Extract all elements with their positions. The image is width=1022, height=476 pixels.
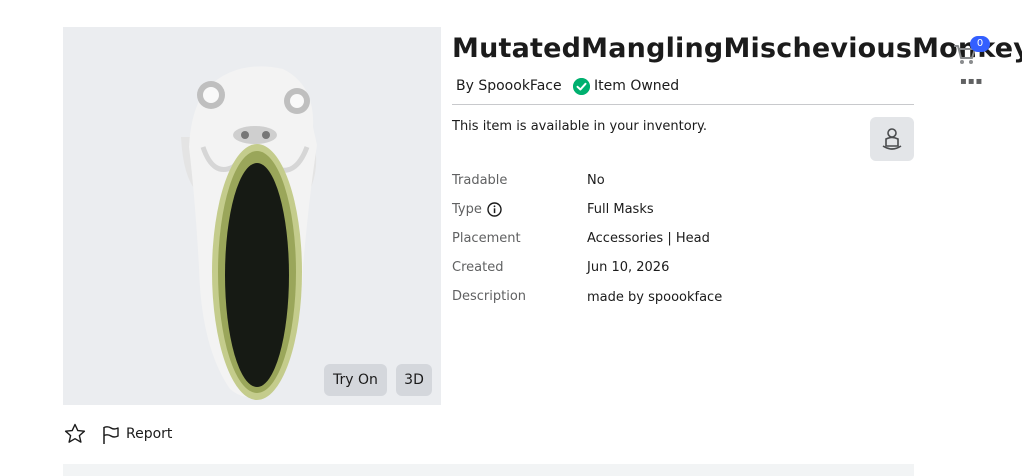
view-3d-button[interactable]: 3D bbox=[396, 364, 432, 396]
mask-image bbox=[181, 66, 317, 400]
placement-value: Accessories | Head bbox=[587, 231, 710, 246]
by-prefix: By bbox=[456, 78, 474, 94]
tradable-value: No bbox=[587, 173, 605, 188]
section-divider-band bbox=[63, 464, 914, 476]
type-value: Full Masks bbox=[587, 202, 654, 217]
description-value: made by spoookface bbox=[587, 290, 723, 305]
report-link[interactable]: Report bbox=[126, 426, 172, 442]
creator-byline: By SpoookFace bbox=[456, 78, 562, 94]
inventory-button[interactable] bbox=[870, 117, 914, 161]
star-icon[interactable] bbox=[63, 422, 87, 446]
description-label: Description bbox=[452, 289, 527, 304]
inventory-icon bbox=[882, 128, 902, 150]
cart-count-badge: 0 bbox=[970, 36, 990, 52]
divider bbox=[452, 104, 914, 105]
creator-link[interactable]: SpoookFace bbox=[478, 78, 561, 94]
item-title: MutatedManglingMischeviousMonkey bbox=[452, 33, 1022, 64]
try-on-button[interactable]: Try On bbox=[324, 364, 387, 396]
info-icon[interactable] bbox=[487, 202, 502, 217]
availability-text: This item is available in your inventory… bbox=[452, 119, 708, 134]
item-owned-label: Item Owned bbox=[594, 78, 680, 94]
placement-label: Placement bbox=[452, 231, 521, 246]
created-value: Jun 10, 2026 bbox=[587, 260, 670, 275]
more-icon[interactable]: ▪▪▪ bbox=[960, 77, 983, 87]
check-circle-icon bbox=[573, 78, 590, 95]
type-label: Type bbox=[452, 202, 482, 217]
flag-icon[interactable] bbox=[100, 424, 122, 446]
item-thumbnail: Try On 3D bbox=[63, 27, 441, 405]
tradable-label: Tradable bbox=[452, 173, 508, 188]
created-label: Created bbox=[452, 260, 504, 275]
